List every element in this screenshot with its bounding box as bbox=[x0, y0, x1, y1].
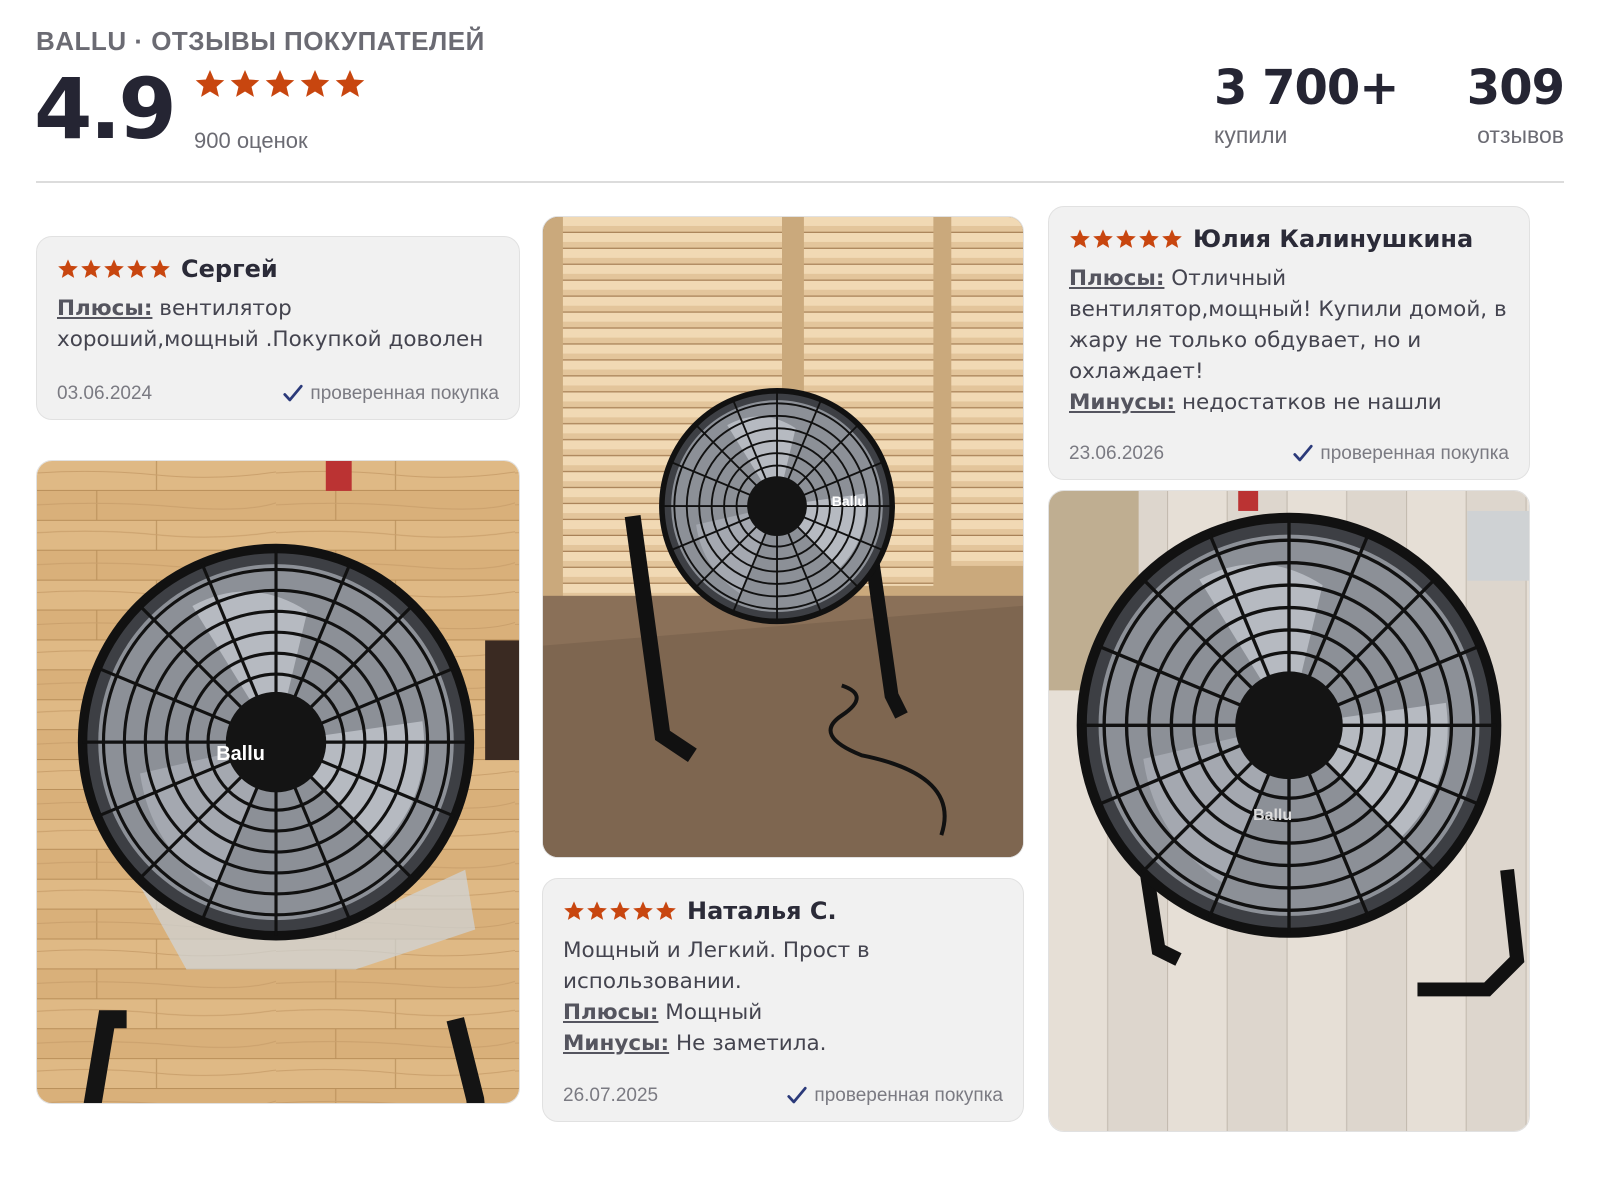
star-icon bbox=[655, 900, 677, 922]
fan-photo: Ballu bbox=[1049, 491, 1529, 1131]
pros-label: Плюсы: bbox=[57, 296, 153, 321]
verified-label: проверенная покупка bbox=[814, 1085, 1003, 1106]
star-icon bbox=[1115, 228, 1137, 250]
review-stars bbox=[563, 900, 677, 922]
review-photo[interactable]: Ballu bbox=[542, 216, 1024, 858]
review-author: Юлия Калинушкина bbox=[1193, 225, 1474, 253]
header-divider bbox=[36, 181, 1564, 183]
stat-reviews-label: отзывов bbox=[1477, 122, 1564, 148]
star-icon bbox=[264, 68, 296, 100]
verified-badge: проверенная покупка bbox=[786, 1085, 1003, 1107]
pros-label: Плюсы: bbox=[1069, 266, 1165, 291]
star-icon bbox=[1161, 228, 1183, 250]
brand-title: BALLU · ОТЗЫВЫ ПОКУПАТЕЛЕЙ bbox=[36, 26, 485, 56]
star-icon bbox=[103, 258, 125, 280]
stat-bought-label: купили bbox=[1214, 122, 1288, 148]
star-icon bbox=[80, 258, 102, 280]
verified-badge: проверенная покупка bbox=[282, 383, 499, 405]
review-stars bbox=[57, 258, 171, 280]
cons-text: недостатков не нашли bbox=[1181, 390, 1442, 415]
review-author: Сергей bbox=[181, 255, 278, 283]
star-icon bbox=[194, 68, 226, 100]
star-icon bbox=[229, 68, 261, 100]
star-icon bbox=[609, 900, 631, 922]
stat-bought: 3 700+ купили bbox=[1214, 60, 1400, 149]
pros-label: Плюсы: bbox=[563, 1000, 659, 1025]
verified-badge: проверенная покупка bbox=[1292, 443, 1509, 465]
review-text: Мощный и Легкий. Прост в использовании. … bbox=[563, 935, 1003, 1059]
check-icon bbox=[1292, 443, 1314, 465]
cons-text: Не заметила. bbox=[675, 1031, 827, 1056]
verified-label: проверенная покупка bbox=[310, 383, 499, 404]
summary-header: BALLU · ОТЗЫВЫ ПОКУПАТЕЛЕЙ 4.9 900 оцено… bbox=[34, 24, 1565, 184]
review-stars bbox=[1069, 228, 1183, 250]
review-date: 23.06.2026 bbox=[1069, 443, 1165, 464]
cons-label: Минусы: bbox=[1069, 390, 1176, 415]
review-date: 03.06.2024 bbox=[57, 383, 153, 404]
fan-photo: Ballu bbox=[543, 217, 1023, 857]
star-icon bbox=[334, 68, 366, 100]
stat-reviews: 309 отзывов bbox=[1466, 60, 1565, 149]
review-photo[interactable]: Ballu bbox=[1048, 490, 1530, 1132]
review-text: Плюсы: Отличный вентилятор,мощный! Купил… bbox=[1069, 263, 1509, 418]
review-card: Наталья С. Мощный и Легкий. Прост в испо… bbox=[542, 878, 1024, 1122]
review-photo[interactable]: Ballu bbox=[36, 460, 520, 1104]
fan-photo: Ballu bbox=[37, 461, 519, 1103]
review-card: Сергей Плюсы: вентилятор хороший,мощный … bbox=[36, 236, 520, 420]
star-icon bbox=[563, 900, 585, 922]
star-icon bbox=[126, 258, 148, 280]
star-icon bbox=[57, 258, 79, 280]
rating-count: 900 оценок bbox=[194, 128, 308, 153]
star-icon bbox=[299, 68, 331, 100]
review-text: Плюсы: вентилятор хороший,мощный .Покупк… bbox=[57, 293, 499, 355]
star-icon bbox=[632, 900, 654, 922]
average-rating: 4.9 bbox=[34, 60, 177, 158]
star-icon bbox=[149, 258, 171, 280]
star-icon bbox=[1138, 228, 1160, 250]
fan-logo: Ballu bbox=[216, 743, 265, 765]
stat-bought-value: 3 700+ bbox=[1214, 60, 1400, 116]
fan-logo: Ballu bbox=[1253, 807, 1292, 824]
stat-reviews-value: 309 bbox=[1466, 60, 1565, 116]
fan-logo: Ballu bbox=[832, 493, 866, 509]
star-icon bbox=[1069, 228, 1091, 250]
pros-text: Мощный bbox=[665, 1000, 763, 1025]
check-icon bbox=[282, 383, 304, 405]
review-date: 26.07.2025 bbox=[563, 1085, 659, 1106]
review-comment: Мощный и Легкий. Прост в использовании. bbox=[563, 938, 870, 994]
check-icon bbox=[786, 1085, 808, 1107]
star-icon bbox=[586, 900, 608, 922]
review-author: Наталья С. bbox=[687, 897, 837, 925]
verified-label: проверенная покупка bbox=[1320, 443, 1509, 464]
star-icon bbox=[1092, 228, 1114, 250]
review-card: Юлия Калинушкина Плюсы: Отличный вентиля… bbox=[1048, 206, 1530, 480]
cons-label: Минусы: bbox=[563, 1031, 670, 1056]
rating-stars bbox=[194, 68, 366, 100]
